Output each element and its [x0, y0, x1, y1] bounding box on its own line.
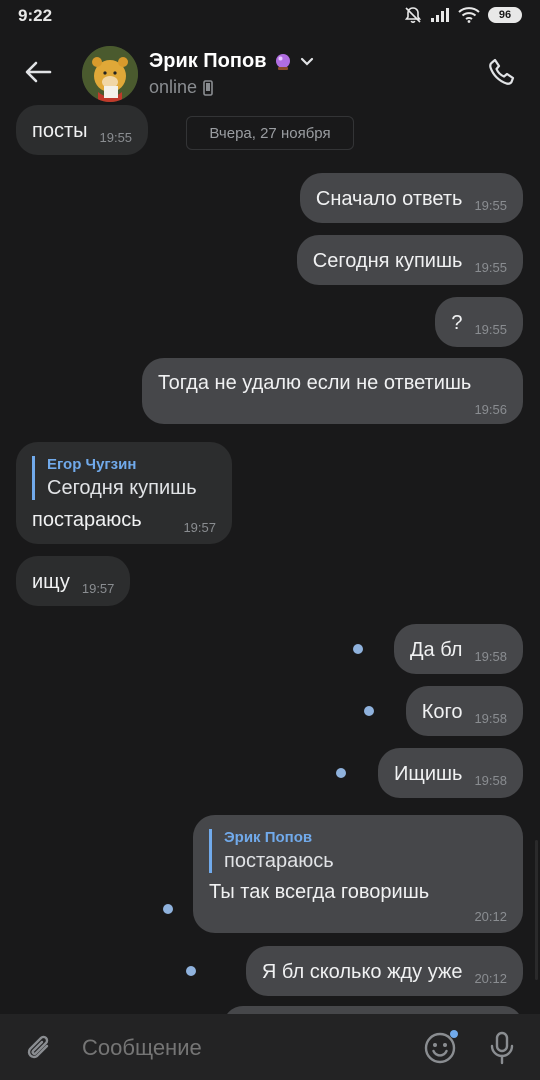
crystal-ball-icon — [275, 53, 290, 70]
reply-quote[interactable]: Эрик Попов постараюсь — [209, 829, 334, 873]
avatar[interactable] — [82, 46, 138, 102]
status-bar: 9:22 96 — [0, 0, 540, 34]
signal-icon — [431, 8, 449, 22]
unread-indicator — [336, 768, 346, 778]
battery-level: 96 — [498, 9, 512, 21]
message-time: 19:58 — [474, 711, 507, 726]
mobile-icon — [203, 79, 213, 96]
reply-quote[interactable]: Егор Чугзин Сегодня купишь — [32, 456, 197, 500]
microphone-icon — [490, 1031, 514, 1065]
message-outgoing[interactable]: Сначало ответь 19:55 — [299, 173, 523, 223]
message-text: Ты так всегда говоришь — [209, 881, 430, 903]
message-outgoing-reply[interactable]: Эрик Попов постараюсь Ты так всегда гово… — [193, 815, 523, 933]
bell-muted-icon — [404, 7, 422, 23]
message-incoming[interactable]: ищу 19:57 — [16, 556, 131, 606]
message-time: 19:55 — [474, 322, 507, 337]
message-outgoing[interactable]: Ищишь 19:58 — [377, 748, 523, 798]
message-time: 19:57 — [81, 581, 115, 596]
chevron-down-icon — [300, 57, 313, 66]
scrollbar[interactable] — [535, 840, 538, 980]
phone-icon — [489, 58, 515, 85]
status-icons: 96 — [404, 6, 522, 24]
new-stickers-badge — [450, 1030, 458, 1038]
paperclip-icon — [27, 1035, 49, 1059]
contact-status: online — [149, 77, 198, 97]
voice-message-button[interactable] — [482, 1028, 522, 1068]
message-text: ? — [451, 312, 463, 334]
reply-text: Сегодня купишь — [47, 477, 197, 499]
message-text: ищу — [32, 571, 70, 593]
message-text: Тогда не удалю если не ответишь — [158, 372, 472, 394]
message-time: 19:55 — [474, 198, 507, 213]
call-button[interactable] — [482, 52, 522, 92]
status-time: 9:22 — [18, 6, 53, 25]
attach-button[interactable] — [20, 1028, 60, 1068]
message-time: 19:55 — [474, 260, 507, 275]
message-text: постараюсь — [32, 509, 142, 531]
message-outgoing[interactable]: Я бл сколько жду уже 20:12 — [245, 946, 523, 996]
message-time: 20:12 — [474, 909, 507, 924]
message-time: 19:58 — [474, 649, 507, 664]
date-divider: Вчера, 27 ноября — [186, 116, 354, 150]
wifi-icon — [458, 7, 480, 23]
message-outgoing[interactable]: Кого 19:58 — [405, 686, 523, 736]
unread-indicator — [163, 904, 173, 914]
message-text: Кого — [421, 701, 463, 723]
message-text: Сегодня купишь — [312, 250, 463, 272]
message-outgoing[interactable]: Тогда не удалю если не ответишь 19:56 — [142, 358, 523, 424]
unread-indicator — [353, 644, 363, 654]
message-incoming-reply[interactable]: Егор Чугзин Сегодня купишь постараюсь 19… — [16, 442, 232, 544]
reply-author: Егор Чугзин — [47, 456, 137, 473]
message-time: 19:56 — [474, 402, 507, 417]
reply-author: Эрик Попов — [224, 829, 313, 846]
contact-name: Эрик Попов — [149, 50, 267, 72]
unread-indicator — [364, 706, 374, 716]
message-outgoing[interactable]: Да бл 19:58 — [394, 624, 523, 674]
message-text: Да бл — [410, 639, 463, 661]
message-time: 19:58 — [474, 773, 507, 788]
reply-text: постараюсь — [224, 850, 334, 872]
contact-name-row[interactable]: Эрик Попов — [149, 50, 315, 73]
message-text: Ищишь — [393, 763, 463, 785]
message-outgoing[interactable]: Сегодня купишь 19:55 — [296, 235, 523, 285]
message-text: посты — [32, 120, 88, 142]
arrow-left-icon — [25, 61, 52, 83]
chat-header: Эрик Попов online — [0, 34, 540, 112]
message-time: 20:12 — [474, 971, 507, 986]
emoji-button[interactable] — [420, 1028, 460, 1068]
message-text: Я бл сколько жду уже — [261, 961, 463, 983]
message-input[interactable] — [80, 1034, 404, 1062]
message-incoming[interactable]: посты 19:55 — [16, 105, 149, 155]
back-button[interactable] — [18, 52, 58, 92]
contact-status-row: online — [149, 77, 213, 98]
unread-indicator — [186, 966, 196, 976]
message-outgoing[interactable]: ? 19:55 — [435, 297, 523, 347]
avatar-image — [82, 46, 138, 102]
message-time: 19:55 — [99, 130, 133, 145]
message-input-bar — [0, 1014, 540, 1080]
message-text: Сначало ответь — [315, 188, 463, 210]
battery-indicator: 96 — [488, 7, 522, 23]
message-time: 19:57 — [183, 520, 216, 535]
